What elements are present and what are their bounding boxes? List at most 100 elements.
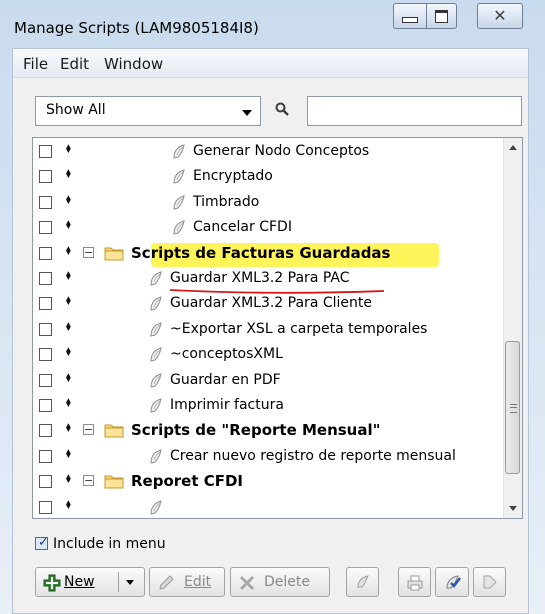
menu-file[interactable]: File — [23, 55, 48, 73]
tree-script-row[interactable]: ♦ Encryptado — [33, 164, 503, 189]
menu-bar: File Edit Window — [13, 49, 528, 78]
new-button-label: New — [64, 574, 95, 590]
include-checkbox[interactable] — [39, 322, 52, 336]
script-icon — [150, 296, 162, 312]
new-button[interactable]: New — [35, 567, 145, 597]
grip-icon — [510, 404, 517, 413]
include-checkbox[interactable] — [39, 475, 52, 489]
include-checkbox[interactable] — [39, 246, 52, 260]
tree-script-row[interactable]: ♦ ~conceptosXML — [33, 342, 503, 367]
tree-folder-row[interactable]: ♦ − Scripts de "Reporte Mensual" — [33, 418, 503, 443]
menu-window[interactable]: Window — [104, 55, 163, 73]
reorder-handle-icon[interactable]: ♦ — [65, 422, 73, 434]
reorder-handle-icon[interactable]: ♦ — [65, 372, 73, 384]
run-script-button[interactable] — [435, 567, 469, 597]
include-in-menu-label: Include in menu — [53, 536, 166, 552]
run-script-icon — [446, 575, 461, 589]
include-checkbox[interactable] — [39, 272, 52, 285]
tree-script-row[interactable]: ♦ Timbrado — [33, 190, 503, 215]
collapse-toggle-icon[interactable]: − — [83, 475, 94, 487]
include-checkbox[interactable] — [39, 424, 52, 438]
reorder-handle-icon[interactable]: ♦ — [65, 473, 73, 485]
close-icon: ✕ — [493, 6, 507, 25]
filter-selected-value: Show All — [46, 102, 106, 118]
collapse-toggle-icon[interactable]: − — [83, 424, 94, 436]
maximize-button[interactable] — [427, 3, 457, 29]
tree-folder-row[interactable]: ♦ − Scripts de Facturas Guardadas — [33, 241, 503, 267]
tree-script-row[interactable]: ♦ Guardar XML3.2 Para Cliente — [33, 291, 503, 316]
reorder-handle-icon[interactable]: ♦ — [65, 499, 73, 511]
search-icon — [275, 102, 289, 116]
delete-icon — [239, 575, 255, 591]
script-label: Cancelar CFDI — [193, 219, 292, 236]
tree-script-row[interactable]: ♦ Imprimir factura — [33, 393, 503, 418]
reorder-handle-icon[interactable]: ♦ — [65, 321, 73, 333]
vertical-scrollbar[interactable] — [503, 138, 522, 518]
tree-folder-row[interactable]: ♦ − Reporet CFDI — [33, 469, 503, 494]
filter-dropdown[interactable]: Show All — [35, 96, 261, 126]
manage-scripts-window: Manage Scripts (LAM9805184I8) ✕ File Edi… — [4, 0, 545, 614]
script-icon — [150, 347, 162, 362]
include-checkbox[interactable] — [39, 145, 52, 158]
script-label: Crear nuevo registro de reporte mensual — [170, 447, 456, 464]
scroll-up-button[interactable] — [504, 138, 522, 156]
debug-script-button[interactable] — [473, 567, 506, 597]
search-input[interactable] — [307, 96, 522, 126]
tree-script-row[interactable]: ♦ ~Exportar XSL a carpeta temporales — [33, 317, 503, 342]
include-checkbox[interactable] — [39, 195, 52, 209]
duplicate-button[interactable] — [346, 567, 379, 597]
reorder-handle-icon[interactable]: ♦ — [65, 346, 73, 358]
include-checkbox[interactable] — [39, 399, 52, 412]
tree-script-row[interactable]: ♦ Guardar en PDF — [33, 368, 503, 393]
reorder-handle-icon[interactable]: ♦ — [65, 143, 73, 155]
reorder-handle-icon[interactable]: ♦ — [65, 194, 73, 206]
edit-button[interactable]: Edit — [149, 567, 225, 597]
folder-icon — [104, 475, 124, 489]
dialog-client-area: File Edit Window Show All ♦ Generar Nodo … — [12, 48, 529, 614]
delete-button[interactable]: Delete — [230, 567, 330, 597]
script-label: ~Exportar XSL a carpeta temporales — [170, 320, 428, 337]
scroll-down-button[interactable] — [504, 500, 522, 518]
script-icon — [150, 499, 162, 515]
include-checkbox[interactable] — [39, 297, 52, 311]
script-icon — [150, 322, 162, 337]
include-checkbox[interactable] — [39, 449, 52, 463]
script-tree[interactable]: ♦ Generar Nodo Conceptos ♦ Encryptado ♦ Timbr… — [32, 137, 523, 519]
reorder-handle-icon[interactable]: ♦ — [65, 448, 73, 460]
script-label: Imprimir factura — [170, 397, 284, 413]
print-icon — [407, 575, 423, 591]
window-title: Manage Scripts (LAM9805184I8) — [14, 19, 259, 37]
reorder-handle-icon[interactable]: ♦ — [65, 270, 73, 282]
minimize-icon — [402, 17, 418, 23]
include-checkbox[interactable] — [39, 170, 52, 184]
include-in-menu-checkbox[interactable]: ✓ — [35, 535, 49, 550]
folder-label: Reporet CFDI — [131, 472, 244, 491]
debug-script-icon — [483, 575, 497, 589]
menu-edit[interactable]: Edit — [60, 55, 89, 73]
script-label: Guardar XML3.2 Para PAC — [170, 270, 350, 286]
close-button[interactable]: ✕ — [477, 3, 523, 29]
reorder-handle-icon[interactable]: ♦ — [65, 295, 73, 307]
tree-script-row[interactable]: ♦ Cancelar CFDI — [33, 215, 503, 240]
reorder-handle-icon[interactable]: ♦ — [65, 397, 73, 409]
script-label: ~conceptosXML — [170, 346, 283, 363]
collapse-toggle-icon[interactable]: − — [83, 246, 94, 258]
new-menu-arrow-icon[interactable] — [126, 580, 134, 585]
script-icon — [173, 169, 185, 185]
tree-script-row[interactable]: ♦ — [33, 495, 503, 518]
tree-script-row[interactable]: ♦ Crear nuevo registro de reporte mensual — [33, 444, 503, 469]
title-bar[interactable]: Manage Scripts (LAM9805184I8) ✕ — [4, 0, 545, 48]
reorder-handle-icon[interactable]: ♦ — [65, 219, 73, 231]
minimize-button[interactable] — [393, 3, 427, 29]
dropdown-arrow-icon — [242, 110, 252, 116]
include-checkbox[interactable] — [39, 348, 52, 362]
tree-script-row[interactable]: ♦ Generar Nodo Conceptos — [33, 139, 503, 164]
reorder-handle-icon[interactable]: ♦ — [65, 168, 73, 180]
include-checkbox[interactable] — [39, 373, 52, 387]
reorder-handle-icon[interactable]: ♦ — [65, 245, 73, 257]
include-checkbox[interactable] — [39, 500, 52, 514]
include-checkbox[interactable] — [39, 221, 52, 235]
print-button[interactable] — [398, 567, 431, 597]
scroll-thumb[interactable] — [505, 341, 520, 474]
tree-script-row[interactable]: ♦ Guardar XML3.2 Para PAC — [33, 266, 503, 294]
